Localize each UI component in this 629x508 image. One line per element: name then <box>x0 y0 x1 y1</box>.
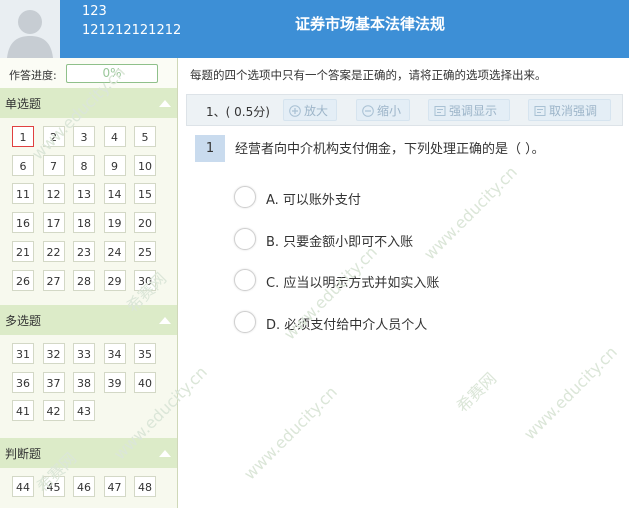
question-nav-button[interactable]: 26 <box>12 269 34 291</box>
question-nav-button[interactable]: 48 <box>134 476 156 497</box>
question-panel: 每题的四个选项中只有一个答案是正确的，请将正确的选项选择出来。 1、( 0.5分… <box>178 58 629 508</box>
option-label: A. 可以账外支付 <box>266 193 361 208</box>
option-radio[interactable] <box>234 227 256 250</box>
section-header[interactable]: 单选题 <box>0 88 177 118</box>
question-nav-button[interactable]: 44 <box>12 476 34 497</box>
header-bar: 123 121212121212 证券市场基本法律法规 <box>0 0 629 58</box>
zoom-out-button[interactable]: 缩小 <box>356 99 410 121</box>
zoom-in-button[interactable]: 放大 <box>283 99 337 121</box>
instruction-text: 每题的四个选项中只有一个答案是正确的，请将正确的选项选择出来。 <box>190 68 547 82</box>
question-nav-button[interactable]: 23 <box>73 240 95 262</box>
question-nav-button[interactable]: 29 <box>103 269 126 291</box>
question-nav-button[interactable]: 30 <box>134 269 156 291</box>
zoom-out-label: 缩小 <box>377 104 402 118</box>
section-title: 多选题 <box>5 314 42 328</box>
question-nav-button[interactable]: 18 <box>73 212 95 234</box>
question-nav-button[interactable]: 28 <box>73 269 95 291</box>
question-nav-button[interactable]: 40 <box>134 371 156 393</box>
collapse-caret-icon[interactable] <box>159 317 171 324</box>
question-nav-button[interactable]: 24 <box>103 240 126 262</box>
question-nav-button[interactable]: 34 <box>103 343 126 364</box>
user-silhouette-icon <box>7 10 53 58</box>
question-nav-button[interactable]: 32 <box>42 343 65 364</box>
section-title: 判断题 <box>5 447 42 461</box>
question-nav-button[interactable]: 45 <box>42 476 65 497</box>
question-nav-button[interactable]: 7 <box>42 154 65 176</box>
question-nav-button[interactable]: 38 <box>73 371 95 393</box>
question-nav-button[interactable]: 14 <box>103 183 126 205</box>
option-radio[interactable] <box>234 269 256 291</box>
question-nav-button[interactable]: 13 <box>73 183 95 205</box>
question-nav-button[interactable]: 43 <box>73 400 95 422</box>
question-nav-button[interactable]: 20 <box>134 212 156 234</box>
question-nav-button[interactable]: 35 <box>134 343 156 364</box>
question-stem: 经营者向中介机构支付佣金，下列处理正确的是（ ）。 <box>235 142 545 157</box>
question-nav-button[interactable]: 12 <box>42 183 65 205</box>
highlight-icon <box>434 106 446 116</box>
question-number: 1 <box>195 135 225 162</box>
option-label: C. 应当以明示方式并如实入账 <box>266 276 440 291</box>
question-nav-button[interactable]: 6 <box>12 154 34 176</box>
option-label: D. 必须支付给中介人员个人 <box>266 317 428 333</box>
collapse-caret-icon[interactable] <box>159 450 171 457</box>
question-nav-button[interactable]: 17 <box>42 212 65 234</box>
question-nav-button[interactable]: 11 <box>12 183 34 205</box>
exam-title: 证券市场基本法律法规 <box>294 15 445 33</box>
question-nav-button[interactable]: 27 <box>42 269 65 291</box>
minus-circle-icon <box>362 105 374 117</box>
progress-value: 0% <box>102 66 122 80</box>
zoom-in-label: 放大 <box>304 104 329 118</box>
progress-row: 作答进度: 0% <box>0 58 177 89</box>
question-nav-button[interactable]: 19 <box>103 212 126 234</box>
question-nav-button[interactable]: 36 <box>12 371 34 393</box>
question-nav-button[interactable]: 2 <box>42 126 65 147</box>
question-nav-button[interactable]: 10 <box>134 154 156 176</box>
section-header[interactable]: 判断题 <box>0 438 177 468</box>
question-nav-button[interactable]: 31 <box>12 343 34 364</box>
question-nav-button[interactable]: 25 <box>134 240 156 262</box>
question-nav-button[interactable]: 46 <box>73 476 95 497</box>
question-nav-button[interactable]: 37 <box>42 371 65 393</box>
cancel-highlight-icon <box>534 106 546 116</box>
user-id: 121212121212 <box>82 23 182 38</box>
question-nav-button[interactable]: 41 <box>12 400 34 422</box>
question-nav-button[interactable]: 5 <box>134 126 156 147</box>
progress-label: 作答进度: <box>9 69 57 82</box>
question-nav-button[interactable]: 4 <box>103 126 126 147</box>
question-navigator: 作答进度: 0% 单选题 1 2 3 4 5 6 7 8 9 10 11 12 13 14 15 16 17 18 1… <box>0 58 178 508</box>
option-radio[interactable] <box>234 310 256 333</box>
question-nav-button[interactable]: 3 <box>73 126 95 147</box>
option-label: B. 只要金额小即可不入账 <box>266 234 414 250</box>
question-toolbar: 1、( 0.5分) 放大 缩小 强调显示 取消强调 <box>186 94 623 126</box>
cancel-highlight-button[interactable]: 取消强调 <box>528 99 611 121</box>
question-nav-button[interactable]: 22 <box>42 240 65 262</box>
question-nav-button[interactable]: 21 <box>12 240 34 262</box>
question-nav-button[interactable]: 9 <box>103 154 126 176</box>
user-name: 123 <box>82 4 107 19</box>
section-header[interactable]: 多选题 <box>0 305 177 335</box>
collapse-caret-icon[interactable] <box>159 100 171 107</box>
question-nav-button[interactable]: 15 <box>134 183 156 205</box>
question-score: 1、( 0.5分) <box>206 105 270 119</box>
question-nav-button[interactable]: 33 <box>73 343 95 364</box>
section-title: 单选题 <box>5 97 42 111</box>
avatar <box>0 0 60 58</box>
highlight-button[interactable]: 强调显示 <box>428 99 510 121</box>
question-nav-button[interactable]: 8 <box>73 154 95 176</box>
plus-circle-icon <box>289 105 301 117</box>
question-nav-button[interactable]: 1 <box>12 126 34 147</box>
cancel-highlight-label: 取消强调 <box>549 104 598 118</box>
question-nav-button[interactable]: 47 <box>103 476 126 497</box>
question-nav-button[interactable]: 39 <box>103 371 126 393</box>
highlight-label: 强调显示 <box>449 104 498 118</box>
question-nav-button[interactable]: 42 <box>42 400 65 422</box>
question-nav-button[interactable]: 16 <box>12 212 34 234</box>
progress-bar: 0% <box>66 64 158 83</box>
option-radio[interactable] <box>234 186 256 208</box>
